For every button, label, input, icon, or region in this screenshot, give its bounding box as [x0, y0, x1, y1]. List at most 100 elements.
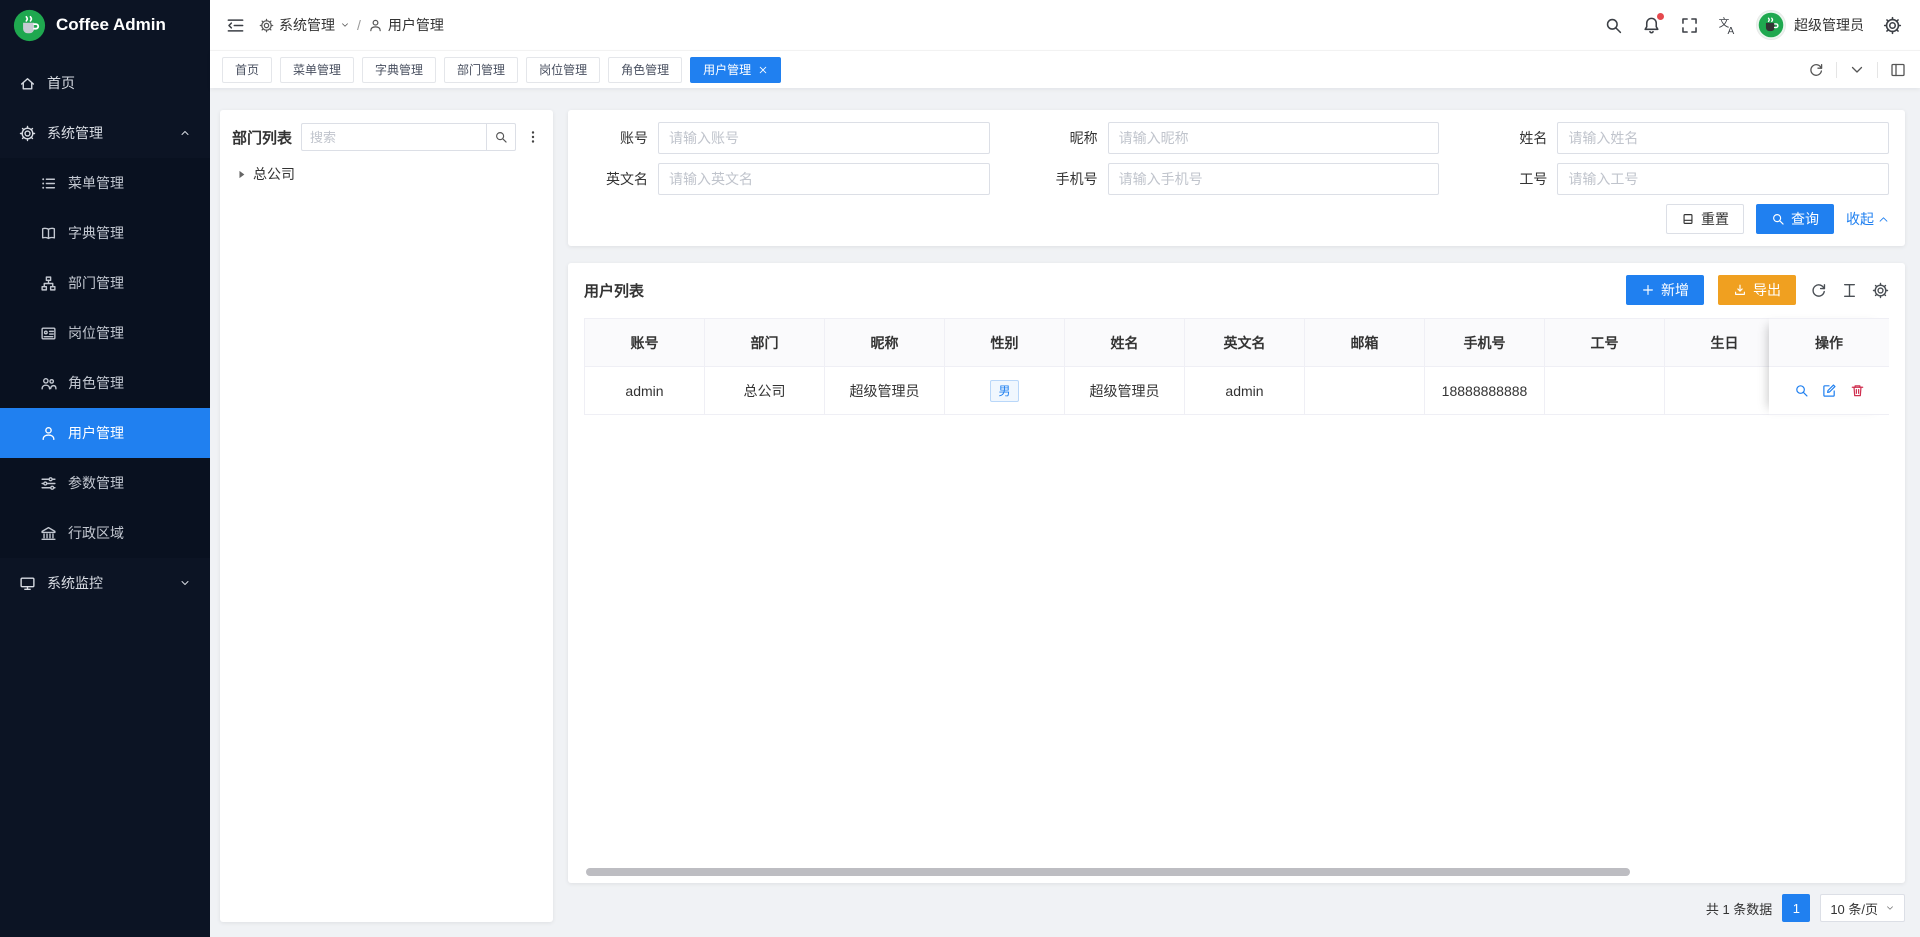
- tab-dept-mgmt[interactable]: 部门管理: [444, 57, 518, 83]
- tab-post-mgmt[interactable]: 岗位管理: [526, 57, 600, 83]
- chevron-down-icon: [179, 577, 191, 589]
- collapse-link-label: 收起: [1846, 209, 1874, 229]
- sidebar-item-role-mgmt[interactable]: 角色管理: [0, 358, 210, 408]
- sidebar-item-region-mgmt[interactable]: 行政区域: [0, 508, 210, 558]
- column-header: 邮箱: [1305, 319, 1425, 367]
- tab-dict-mgmt[interactable]: 字典管理: [362, 57, 436, 83]
- org-tree-icon: [40, 275, 57, 292]
- app-title: Coffee Admin: [56, 15, 166, 35]
- content: 部门列表 总公司: [210, 88, 1920, 937]
- cell-job-no: [1545, 367, 1665, 415]
- sidebar-item-home[interactable]: 首页: [0, 58, 210, 108]
- column-settings-gear-icon[interactable]: [1872, 282, 1889, 299]
- page-1-button[interactable]: 1: [1782, 894, 1810, 922]
- delete-icon[interactable]: [1850, 383, 1865, 398]
- topbar: 系统管理 / 用户管理 文A: [210, 0, 1920, 50]
- operations-header: 操作: [1769, 318, 1889, 367]
- chevron-up-icon: [1878, 214, 1889, 225]
- tab-label: 用户管理: [703, 61, 751, 78]
- view-icon[interactable]: [1794, 383, 1809, 398]
- translate-icon[interactable]: 文A: [1718, 16, 1737, 35]
- tab-home[interactable]: 首页: [222, 57, 272, 83]
- sidebar-item-monitor[interactable]: 系统监控: [0, 558, 210, 608]
- department-search-input[interactable]: [301, 123, 486, 151]
- add-button[interactable]: 新增: [1626, 275, 1704, 305]
- sidebar-item-param-mgmt[interactable]: 参数管理: [0, 458, 210, 508]
- tab-role-mgmt[interactable]: 角色管理: [608, 57, 682, 83]
- density-icon[interactable]: [1841, 282, 1858, 299]
- field-name: 姓名: [1483, 122, 1889, 154]
- page-size-select[interactable]: 10 条/页: [1820, 894, 1905, 922]
- field-job-number: 工号: [1483, 163, 1889, 195]
- fullscreen-icon[interactable]: [1680, 16, 1699, 35]
- sidebar-item-label: 用户管理: [68, 423, 124, 443]
- user-icon: [368, 18, 383, 33]
- field-nickname: 昵称: [1034, 122, 1440, 154]
- chevron-up-icon: [179, 127, 191, 139]
- name-input[interactable]: [1557, 122, 1889, 154]
- search-form-actions: 重置 查询 收起: [584, 204, 1889, 234]
- bank-icon: [40, 525, 57, 542]
- tabbar: 首页 菜单管理 字典管理 部门管理 岗位管理 角色管理 用户管理: [210, 50, 1920, 88]
- department-search-button[interactable]: [486, 123, 516, 151]
- chevron-down-icon[interactable]: [1849, 62, 1865, 78]
- reset-button[interactable]: 重置: [1666, 204, 1744, 234]
- collapse-link[interactable]: 收起: [1846, 209, 1889, 229]
- refresh-icon[interactable]: [1810, 282, 1827, 299]
- user-table: 账号 部门 昵称 性别 姓名 英文名 邮箱 手机号 工号: [584, 318, 1889, 415]
- right-column: 账号 昵称 姓名 英文名: [568, 110, 1905, 922]
- tab-label: 角色管理: [621, 61, 669, 78]
- gender-tag: 男: [990, 380, 1018, 402]
- edit-icon[interactable]: [1822, 383, 1837, 398]
- home-icon: [19, 75, 36, 92]
- sidebar-item-dict-mgmt[interactable]: 字典管理: [0, 208, 210, 258]
- account-input[interactable]: [658, 122, 990, 154]
- sidebar-item-label: 系统监控: [47, 573, 103, 593]
- export-button[interactable]: 导出: [1718, 275, 1796, 305]
- notification-bell[interactable]: [1642, 16, 1661, 35]
- tab-label: 岗位管理: [539, 61, 587, 78]
- english-name-input[interactable]: [658, 163, 990, 195]
- sidebar-item-menu-mgmt[interactable]: 菜单管理: [0, 158, 210, 208]
- gear-icon: [19, 125, 36, 142]
- user-menu[interactable]: 超级管理员: [1756, 10, 1864, 40]
- cell-email: [1305, 367, 1425, 415]
- sidebar-item-dept-mgmt[interactable]: 部门管理: [0, 258, 210, 308]
- horizontal-scrollbar: [584, 867, 1889, 877]
- tab-user-mgmt[interactable]: 用户管理: [690, 57, 781, 83]
- divider: [1877, 62, 1878, 78]
- scrollbar-thumb[interactable]: [586, 868, 1630, 876]
- tab-label: 菜单管理: [293, 61, 341, 78]
- sidebar-item-post-mgmt[interactable]: 岗位管理: [0, 308, 210, 358]
- refresh-icon[interactable]: [1808, 62, 1824, 78]
- job-number-input[interactable]: [1557, 163, 1889, 195]
- cell-account: admin: [585, 367, 705, 415]
- more-options-icon[interactable]: [525, 129, 541, 145]
- tab-label: 首页: [235, 61, 259, 78]
- search-icon[interactable]: [1604, 16, 1623, 35]
- layout-icon[interactable]: [1890, 62, 1906, 78]
- cell-dept: 总公司: [705, 367, 825, 415]
- close-icon[interactable]: [758, 65, 768, 75]
- tab-menu-mgmt[interactable]: 菜单管理: [280, 57, 354, 83]
- page-size-value: 10 条/页: [1830, 899, 1878, 918]
- column-header: 英文名: [1185, 319, 1305, 367]
- menu-fold-icon[interactable]: [226, 16, 245, 35]
- cell-english-name: admin: [1185, 367, 1305, 415]
- phone-input[interactable]: [1108, 163, 1440, 195]
- sidebar-submenu-system: 菜单管理 字典管理 部门管理 岗位管理 角色管理: [0, 158, 210, 558]
- settings-gear-icon[interactable]: [1883, 16, 1902, 35]
- app-root: Coffee Admin 首页 系统管理 菜单管理 字典管理: [0, 0, 1920, 937]
- sidebar-item-user-mgmt[interactable]: 用户管理: [0, 408, 210, 458]
- sidebar-item-label: 岗位管理: [68, 323, 124, 343]
- nickname-input[interactable]: [1108, 122, 1440, 154]
- breadcrumb-label: 系统管理: [279, 15, 335, 35]
- breadcrumb-system[interactable]: 系统管理: [259, 15, 350, 35]
- sidebar-item-system[interactable]: 系统管理: [0, 108, 210, 158]
- tree-node-head-office[interactable]: 总公司: [232, 151, 541, 184]
- query-button[interactable]: 查询: [1756, 204, 1834, 234]
- breadcrumb-user-mgmt[interactable]: 用户管理: [368, 15, 444, 35]
- column-header: 姓名: [1065, 319, 1185, 367]
- chevron-down-icon: [340, 20, 350, 30]
- table-scroll-area: 账号 部门 昵称 性别 姓名 英文名 邮箱 手机号 工号: [584, 318, 1889, 415]
